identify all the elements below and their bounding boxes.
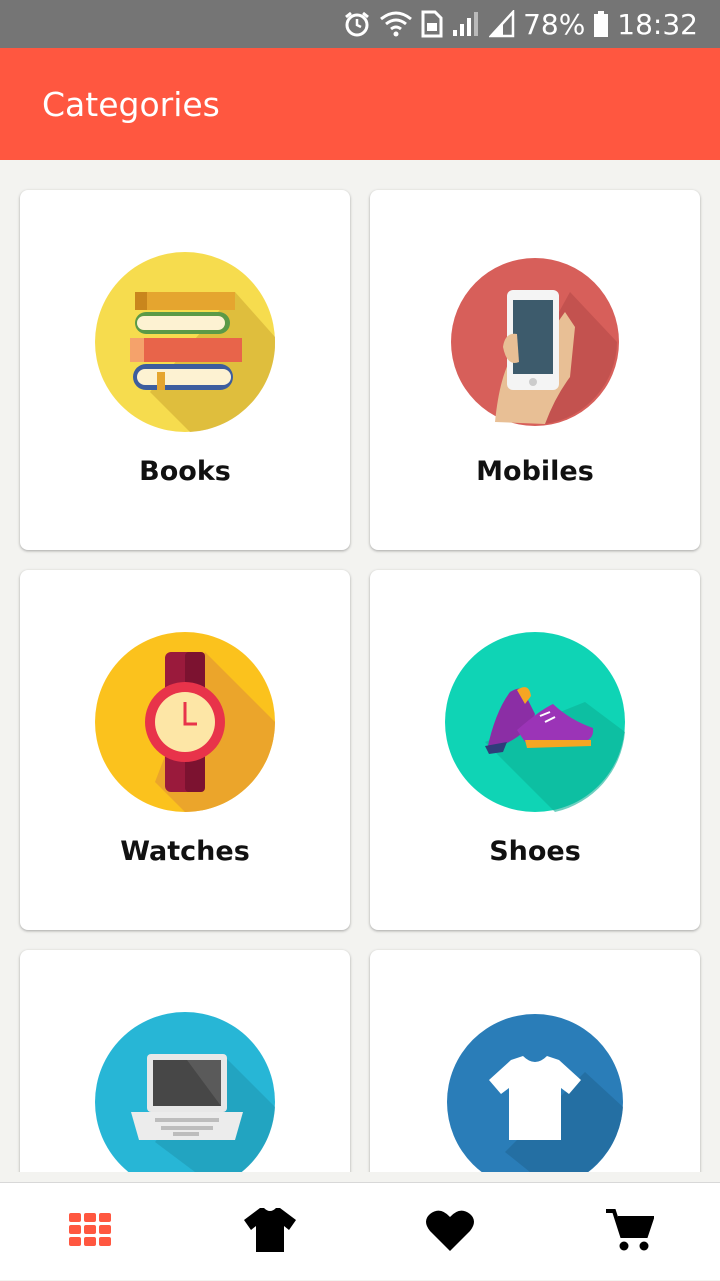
battery-icon [593,10,609,38]
nav-categories[interactable] [40,1183,140,1281]
nav-cart[interactable] [580,1183,680,1281]
laptop-icon [95,1012,275,1172]
category-label: Books [139,456,231,487]
grid-icon [69,1212,111,1251]
watch-icon [95,632,275,812]
clock-text: 18:32 [617,7,698,41]
alarm-icon [343,10,371,38]
category-label: Mobiles [476,456,594,487]
nav-wishlist[interactable] [400,1183,500,1281]
bottom-navigation [0,1182,720,1280]
heart-icon [426,1209,474,1255]
category-label: Shoes [489,836,581,867]
battery-level-text: 78% [523,7,586,41]
category-card-shoes[interactable]: Shoes [370,570,700,930]
signal-icon [489,10,515,38]
category-grid[interactable]: Books Mobiles Watches Shoes [0,160,720,1172]
wifi-icon [379,10,413,38]
mobile-phone-icon [445,252,625,432]
sim-icon [421,10,443,38]
tshirt-icon [244,1207,296,1256]
category-label: Watches [120,836,250,867]
cart-icon [606,1208,655,1256]
category-card-watches[interactable]: Watches [20,570,350,930]
books-icon [95,252,276,432]
category-card-books[interactable]: Books [20,190,350,550]
page-title: Categories [42,84,220,124]
category-card-laptops[interactable] [20,950,350,1172]
shoes-icon [445,632,625,812]
category-card-clothing[interactable] [370,950,700,1172]
app-bar: Categories [0,48,720,160]
nav-clothing[interactable] [220,1183,320,1281]
signal-icon [451,10,481,38]
status-bar: 78% 18:32 [0,0,720,48]
category-card-mobiles[interactable]: Mobiles [370,190,700,550]
tshirt-icon [445,1012,625,1172]
